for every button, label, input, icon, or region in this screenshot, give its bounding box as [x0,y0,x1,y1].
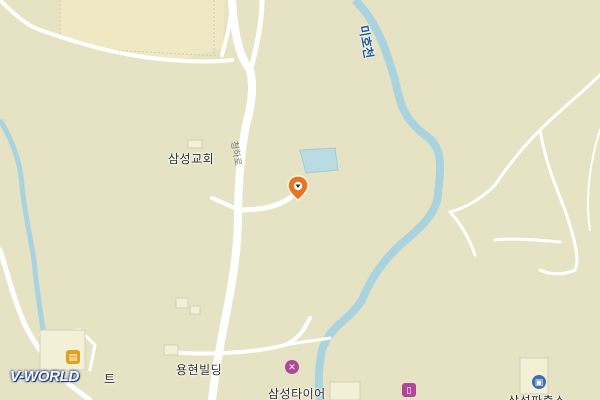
vworld-logo: V-WORLD [10,368,79,385]
urban-area [60,0,225,60]
place-label-tire[interactable]: 삼성타이어 [268,385,326,400]
building-icon[interactable]: ▤ [66,350,80,364]
police-icon[interactable]: ▣ [532,375,546,389]
river-left [0,118,47,336]
place-label-police[interactable]: 삼성파출소 [508,392,566,400]
place-label-partial[interactable]: 트 [104,370,116,387]
river-mihocheon [314,0,444,400]
map-canvas [0,0,600,400]
tire-shop-icon[interactable]: ✕ [285,360,299,374]
place-label-building[interactable]: 용현빌딩 [176,361,222,378]
pond [299,147,339,174]
place-label-church[interactable]: 삼성교회 [168,150,214,167]
roads [0,0,600,400]
gas-station-icon[interactable]: ▯ [402,383,416,397]
map-view[interactable]: 삼성교회 용현빌딩 삼성타이어 삼성파출소 트 미호천 청하로 ✕ ▯ ▣ ▤ … [0,0,600,400]
